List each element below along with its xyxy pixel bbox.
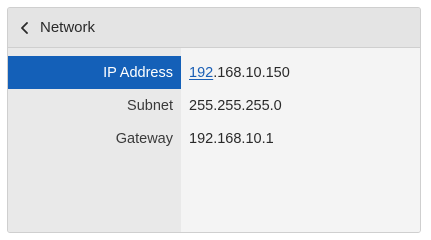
gateway-label: Gateway bbox=[115, 130, 173, 147]
ip-address-active-segment[interactable]: 192 bbox=[189, 65, 213, 81]
subnet-value[interactable]: 255.255.255.0 bbox=[181, 89, 420, 122]
header-bar: Network bbox=[8, 8, 420, 48]
page-title: Network bbox=[40, 19, 96, 36]
ip-address-rest: .168.10.150 bbox=[213, 64, 290, 81]
ip-address-label: IP Address bbox=[8, 56, 181, 89]
back-button[interactable]: Network bbox=[8, 8, 95, 47]
subnet-label: Subnet bbox=[127, 97, 173, 114]
network-settings-panel: Network IP Address 192.168.10.150 Subnet… bbox=[7, 7, 421, 233]
ip-address-value[interactable]: 192.168.10.150 bbox=[181, 56, 420, 89]
gateway-value[interactable]: 192.168.10.1 bbox=[181, 122, 420, 155]
ip-address-row[interactable]: IP Address 192.168.10.150 bbox=[8, 56, 420, 89]
subnet-row[interactable]: Subnet 255.255.255.0 bbox=[8, 89, 420, 122]
chevron-left-icon bbox=[21, 21, 28, 34]
gateway-row[interactable]: Gateway 192.168.10.1 bbox=[8, 122, 420, 155]
